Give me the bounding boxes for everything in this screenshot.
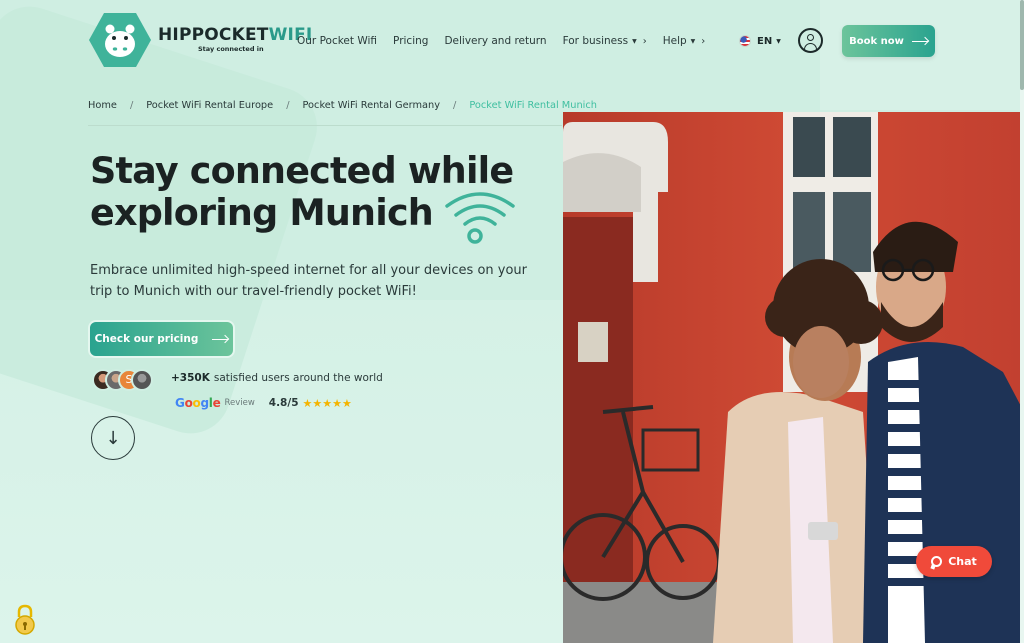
- nav-label: Our Pocket Wifi: [297, 35, 378, 47]
- google-review[interactable]: Google Review 4.8/5 ★★★★★: [175, 396, 352, 410]
- brand-tagline: Stay connected in: [198, 45, 264, 54]
- chat-label: Chat: [948, 555, 977, 568]
- divider: [88, 125, 562, 126]
- arrow-right-icon: [212, 338, 229, 340]
- review-label: Review: [224, 398, 255, 408]
- nav-help[interactable]: Help ▼ ›: [663, 35, 706, 47]
- breadcrumb: Home / Pocket WiFi Rental Europe / Pocke…: [88, 100, 597, 111]
- nav-label: For business: [562, 35, 629, 47]
- breadcrumb-europe[interactable]: Pocket WiFi Rental Europe: [146, 100, 273, 111]
- language-selector[interactable]: EN ▼: [739, 35, 781, 47]
- page-scrollbar[interactable]: [1020, 0, 1024, 643]
- flag-us-icon: [739, 35, 751, 47]
- hero-title-line1: Stay connected while: [90, 149, 514, 192]
- nav-label: Help: [662, 35, 687, 47]
- users-text: satisfied users around the world: [213, 372, 383, 384]
- scrollbar-thumb[interactable]: [1020, 0, 1024, 90]
- nav-pricing[interactable]: Pricing: [393, 35, 428, 47]
- site-header: HIPPOCKETWIFI Stay connected in Our Pock…: [0, 0, 1024, 82]
- users-count: +350K: [171, 372, 210, 384]
- users-stat: +350K satisfied users around the world: [171, 372, 383, 384]
- main-nav: Our Pocket Wifi Pricing Delivery and ret…: [297, 35, 705, 47]
- breadcrumb-home[interactable]: Home: [88, 100, 117, 111]
- wifi-icon: [445, 192, 515, 244]
- language-label: EN: [757, 35, 773, 47]
- check-pricing-button[interactable]: Check our pricing: [90, 322, 233, 356]
- user-avatars: S: [92, 369, 160, 391]
- hippo-logo-icon: [89, 13, 151, 67]
- breadcrumb-separator: /: [453, 100, 457, 111]
- nav-label: Pricing: [393, 35, 429, 47]
- chat-icon: [931, 556, 943, 567]
- chat-button[interactable]: Chat: [916, 546, 992, 577]
- breadcrumb-germany[interactable]: Pocket WiFi Rental Germany: [303, 100, 441, 111]
- nav-for-business[interactable]: For business ▼ ›: [563, 35, 647, 47]
- breadcrumb-separator: /: [129, 100, 134, 111]
- star-rating-icon: ★★★★★: [302, 396, 352, 410]
- user-icon-shoulders: [804, 43, 817, 50]
- caret-down-icon: ▼: [776, 37, 781, 45]
- lock-icon[interactable]: [13, 604, 37, 636]
- book-now-button[interactable]: Book now: [842, 25, 935, 57]
- rating-value: 4.8/5: [268, 397, 299, 409]
- breadcrumb-separator: /: [286, 100, 290, 111]
- scroll-down-button[interactable]: ↓: [91, 416, 135, 460]
- caret-down-icon: ▼: [690, 37, 696, 45]
- arrow-down-icon: ↓: [105, 427, 121, 449]
- brand-logo[interactable]: HIPPOCKETWIFI Stay connected in: [88, 12, 312, 68]
- arrow-right-icon: [911, 40, 928, 42]
- chevron-right-icon: ›: [701, 35, 706, 47]
- chevron-right-icon: ›: [642, 35, 647, 47]
- google-logo: Google: [175, 396, 221, 410]
- caret-down-icon: ▼: [632, 37, 637, 45]
- breadcrumb-current: Pocket WiFi Rental Munich: [469, 100, 597, 111]
- nav-our-pocket-wifi[interactable]: Our Pocket Wifi: [297, 35, 377, 47]
- hero-title-line2: exploring Munich: [90, 191, 434, 234]
- nav-delivery-return[interactable]: Delivery and return: [444, 35, 546, 47]
- hero-description: Embrace unlimited high-speed internet fo…: [90, 263, 527, 299]
- user-icon: [807, 34, 814, 41]
- user-account-button[interactable]: [798, 28, 823, 53]
- book-now-label: Book now: [849, 35, 904, 47]
- avatar: [131, 369, 153, 391]
- brand-name-main: HIPPOCKET: [158, 25, 269, 46]
- nav-label: Delivery and return: [444, 35, 547, 47]
- check-pricing-label: Check our pricing: [94, 333, 199, 345]
